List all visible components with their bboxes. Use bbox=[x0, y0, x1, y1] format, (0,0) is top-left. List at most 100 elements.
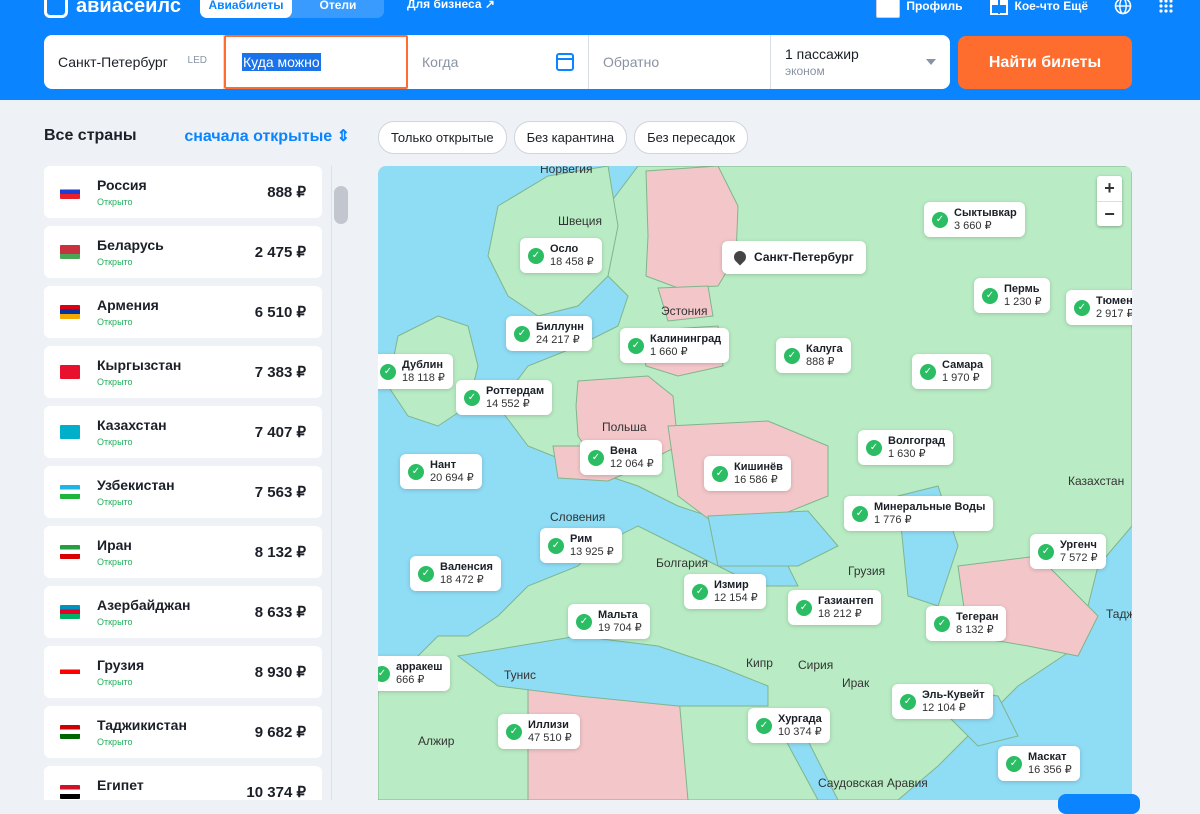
map-card-city: Минеральные Воды bbox=[874, 501, 986, 513]
map-price-card[interactable]: ✓ Кишинёв 16 586 ₽ bbox=[704, 456, 791, 491]
map-price-card[interactable]: ✓ Газиантеп 18 212 ₽ bbox=[788, 590, 882, 625]
country-price: 888 ₽ bbox=[267, 184, 306, 201]
map-card-city: Вена bbox=[610, 445, 637, 457]
check-icon: ✓ bbox=[692, 583, 708, 600]
bottom-action-button[interactable] bbox=[1058, 794, 1140, 814]
return-date-field[interactable]: Обратно bbox=[589, 35, 771, 89]
map-price-card[interactable]: ✓ Нант 20 694 ₽ bbox=[400, 454, 482, 489]
map-card-city: Маскат bbox=[1028, 751, 1067, 763]
map-card-city: Тегеран bbox=[956, 611, 999, 623]
map-region-label: Ирак bbox=[842, 676, 870, 690]
business-link[interactable]: Для бизнеса ↗ bbox=[407, 0, 495, 11]
check-icon: ✓ bbox=[588, 449, 604, 466]
logo[interactable]: авиасейлс bbox=[44, 0, 181, 18]
map-price-card[interactable]: ✓ Тюмень2 917 ₽ bbox=[1066, 290, 1132, 325]
map-price-card[interactable]: ✓ Дублин 18 118 ₽ bbox=[378, 354, 453, 389]
destinations-map[interactable]: + − Санкт-Петербург Норвегия Швеция Эстони… bbox=[378, 166, 1132, 800]
map-price-card[interactable]: ✓ Маскат 16 356 ₽ bbox=[998, 746, 1080, 781]
country-item[interactable]: Узбекистан Открыто 7 563 ₽ bbox=[44, 466, 322, 518]
map-price-card[interactable]: ✓ Роттердам 14 552 ₽ bbox=[456, 380, 553, 415]
country-item[interactable]: Таджикистан Открыто 9 682 ₽ bbox=[44, 706, 322, 758]
apps-button[interactable] bbox=[1158, 0, 1174, 14]
list-scrollbar[interactable] bbox=[331, 166, 349, 800]
map-card-price: 12 104 ₽ bbox=[922, 702, 966, 714]
map-price-card[interactable]: ✓ Мальта 19 704 ₽ bbox=[568, 604, 650, 639]
map-price-card[interactable]: ✓ Эль-Кувейт 12 104 ₽ bbox=[892, 684, 993, 719]
country-name: Кыргызстан bbox=[97, 357, 182, 373]
top-header: авиасейлс Авиабилеты Отели Для бизнеса ↗… bbox=[0, 0, 1200, 100]
map-card-city: Эль-Кувейт bbox=[922, 689, 985, 701]
origin-field[interactable]: Санкт-Петербург LED bbox=[44, 35, 224, 89]
origin-marker[interactable]: Санкт-Петербург bbox=[722, 241, 866, 274]
map-price-card[interactable]: ✓ Самара 1 970 ₽ bbox=[912, 354, 992, 389]
map-region-label: Саудовская Аравия bbox=[818, 776, 928, 790]
map-region-label: Алжир bbox=[418, 734, 455, 748]
check-icon: ✓ bbox=[852, 505, 868, 522]
map-price-card[interactable]: ✓ Измир 12 154 ₽ bbox=[684, 574, 766, 609]
country-status: Открыто bbox=[97, 737, 133, 747]
language-button[interactable] bbox=[1114, 0, 1132, 15]
country-item[interactable]: Азербайджан Открыто 8 633 ₽ bbox=[44, 586, 322, 638]
check-icon: ✓ bbox=[506, 723, 522, 740]
map-price-card[interactable]: ✓ Рим 13 925 ₽ bbox=[540, 528, 622, 563]
filter-only-open[interactable]: Только открытые bbox=[378, 121, 507, 154]
tab-hotels[interactable]: Отели bbox=[292, 0, 384, 18]
map-card-city: Роттердам bbox=[486, 385, 545, 397]
cabin-class: эконом bbox=[785, 64, 825, 78]
country-item[interactable]: Россия Открыто 888 ₽ bbox=[44, 166, 322, 218]
country-item[interactable]: Кыргызстан Открыто 7 383 ₽ bbox=[44, 346, 322, 398]
map-price-card[interactable]: ✓ Сыктывкар 3 660 ₽ bbox=[924, 202, 1025, 237]
filter-direct[interactable]: Без пересадок bbox=[634, 121, 749, 154]
map-price-card[interactable]: ✓ Биллунн 24 217 ₽ bbox=[506, 316, 592, 351]
map-price-card[interactable]: ✓ Тегеран 8 132 ₽ bbox=[926, 606, 1007, 641]
country-item[interactable]: Беларусь Открыто 2 475 ₽ bbox=[44, 226, 322, 278]
map-card-city: Сыктывкар bbox=[954, 207, 1017, 219]
country-price: 2 475 ₽ bbox=[254, 244, 306, 261]
map-price-card[interactable]: ✓ Осло 18 458 ₽ bbox=[520, 238, 602, 273]
check-icon: ✓ bbox=[1038, 543, 1054, 560]
find-tickets-button[interactable]: Найти билеты bbox=[958, 36, 1132, 89]
tab-flights[interactable]: Авиабилеты bbox=[200, 0, 292, 18]
passengers-select[interactable]: 1 пассажир эконом bbox=[771, 35, 950, 89]
map-price-card[interactable]: ✓ Ургенч 7 572 ₽ bbox=[1030, 534, 1106, 569]
map-price-card[interactable]: ✓ Вена 12 064 ₽ bbox=[580, 440, 662, 475]
map-card-price: 888 ₽ bbox=[806, 356, 835, 368]
map-price-card[interactable]: ✓ Калуга 888 ₽ bbox=[776, 338, 851, 373]
map-price-card[interactable]: ✓ арракеш 666 ₽ bbox=[378, 656, 451, 691]
flag-icon bbox=[60, 365, 80, 379]
map-region-label: Кипр bbox=[746, 656, 773, 670]
country-item[interactable]: Египет 10 374 ₽ bbox=[44, 766, 322, 800]
map-price-card[interactable]: ✓ Иллизи 47 510 ₽ bbox=[498, 714, 580, 749]
country-item[interactable]: Казахстан Открыто 7 407 ₽ bbox=[44, 406, 322, 458]
map-region-label: Эстония bbox=[661, 304, 708, 318]
country-item[interactable]: Армения Открыто 6 510 ₽ bbox=[44, 286, 322, 338]
map-price-card[interactable]: ✓ Калининград 1 660 ₽ bbox=[620, 328, 730, 363]
country-item[interactable]: Грузия Открыто 8 930 ₽ bbox=[44, 646, 322, 698]
country-name: Россия bbox=[97, 177, 147, 193]
sort-toggle[interactable]: сначала открытые ⇕ bbox=[184, 126, 350, 146]
filter-no-quarantine[interactable]: Без карантина bbox=[513, 121, 628, 154]
country-name: Азербайджан bbox=[97, 597, 191, 613]
destination-field[interactable]: Куда можно bbox=[224, 35, 408, 89]
scrollbar-thumb[interactable] bbox=[334, 186, 348, 224]
map-price-card[interactable]: ✓ Валенсия 18 472 ₽ bbox=[410, 556, 501, 591]
more-button[interactable]: Кое-что Ещё bbox=[989, 0, 1088, 15]
map-price-card[interactable]: ✓ Хургада 10 374 ₽ bbox=[748, 708, 830, 743]
country-item[interactable]: Иран Открыто 8 132 ₽ bbox=[44, 526, 322, 578]
zoom-in-button[interactable]: + bbox=[1097, 176, 1122, 202]
map-card-price: 1 970 ₽ bbox=[942, 372, 980, 384]
map-price-card[interactable]: ✓ Волгоград 1 630 ₽ bbox=[858, 430, 953, 465]
map-card-price: 24 217 ₽ bbox=[536, 334, 580, 346]
country-price: 6 510 ₽ bbox=[254, 304, 306, 321]
filter-chips: Только открытые Без карантина Без переса… bbox=[378, 121, 749, 154]
map-price-card[interactable]: ✓ Минеральные Воды 1 776 ₽ bbox=[844, 496, 994, 531]
country-name: Армения bbox=[97, 297, 159, 313]
map-card-price: 47 510 ₽ bbox=[528, 732, 572, 744]
map-price-card[interactable]: ✓ Пермь 1 230 ₽ bbox=[974, 278, 1050, 313]
depart-date-field[interactable]: Когда bbox=[408, 35, 589, 89]
map-card-city: арракеш bbox=[396, 661, 443, 673]
zoom-out-button[interactable]: − bbox=[1097, 202, 1122, 227]
profile-button[interactable]: Профиль bbox=[876, 0, 963, 18]
map-pin-icon bbox=[731, 248, 749, 266]
calendar-icon[interactable] bbox=[556, 53, 574, 71]
